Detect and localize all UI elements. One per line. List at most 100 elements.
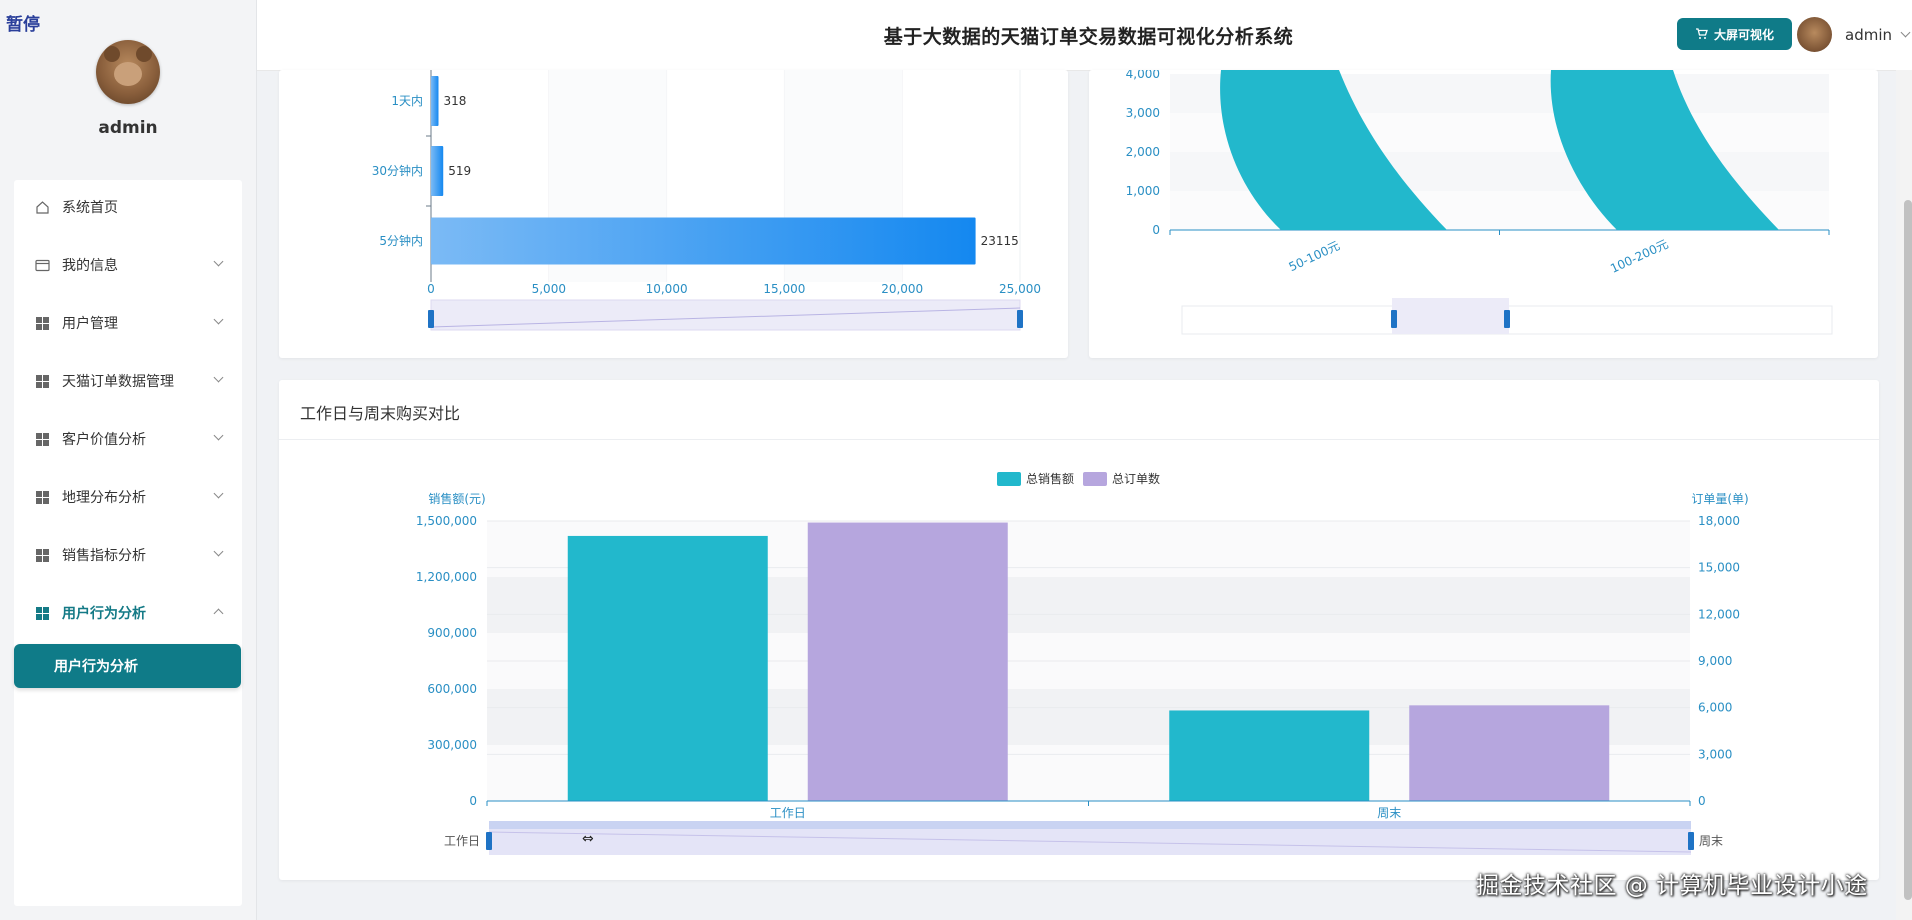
- datazoom-handle-left: [1391, 310, 1397, 328]
- x-tick-label: 100-200元: [1608, 237, 1670, 276]
- divider: [279, 439, 1879, 440]
- chevron-down-icon: [213, 314, 224, 325]
- y-tick-label: 5分钟内: [379, 233, 423, 248]
- legend-label: 总订单数: [1112, 471, 1160, 486]
- y-tick-label-left: 1,500,000: [416, 514, 477, 528]
- datazoom-handle-left: [486, 832, 492, 850]
- datazoom-fill-bar: [489, 821, 1691, 829]
- y-tick-label-right: 3,000: [1698, 747, 1732, 761]
- sidebar-item-label: 地理分布分析: [62, 490, 146, 506]
- grid-icon: [34, 547, 50, 563]
- bar-1天内: [431, 76, 439, 126]
- grid-icon: [34, 431, 50, 447]
- x-tick-label: 50-100元: [1287, 239, 1342, 275]
- chevron-down-icon: [213, 488, 224, 499]
- legend-swatch: [997, 472, 1021, 486]
- y-tick-label-left: 300,000: [427, 738, 477, 752]
- datazoom-start-label: 工作日: [444, 834, 480, 848]
- x-tick-label: 5,000: [532, 282, 566, 296]
- sidebar-item-label: 销售指标分析: [62, 548, 146, 564]
- y-tick-label-left: 600,000: [427, 682, 477, 696]
- bigscreen-button[interactable]: 大屏可视化: [1677, 18, 1792, 50]
- header: 基于大数据的天猫订单交易数据可视化分析系统 大屏可视化 admin: [257, 0, 1912, 71]
- x-tick-label: 10,000: [646, 282, 688, 296]
- y-tick-label: 4,000: [1126, 70, 1160, 81]
- grid-icon: [34, 373, 50, 389]
- y-tick-label: 1,000: [1126, 184, 1160, 198]
- sidebar-item-0[interactable]: 系统首页: [14, 186, 242, 228]
- scrollbar-thumb[interactable]: [1904, 200, 1912, 900]
- y-axis-label-right: 订单量(单): [1691, 492, 1748, 506]
- y-axis-label-left: 销售额(元): [428, 491, 485, 506]
- sidebar-item-label: 系统首页: [62, 200, 118, 216]
- x-tick-label: 25,000: [999, 282, 1041, 296]
- datazoom-window: [1392, 298, 1509, 334]
- cart-icon: [1695, 28, 1708, 39]
- sidebar-item-1[interactable]: 我的信息: [14, 244, 242, 286]
- datazoom-handle-left: [428, 310, 434, 328]
- sidebar-item-4[interactable]: 客户价值分析: [14, 418, 242, 460]
- x-tick-label: 15,000: [763, 282, 805, 296]
- legend-swatch: [1083, 472, 1107, 486]
- chevron-down-icon: [213, 430, 224, 441]
- data-label: 519: [448, 164, 471, 178]
- sidebar-item-label: 用户管理: [62, 316, 118, 332]
- sidebar-item-label: 天猫订单数据管理: [62, 374, 174, 390]
- sidebar: admin 系统首页 我的信息 用户管理 天猫订单数据管理 客户价值分析 地理分布分析 销售…: [0, 0, 257, 920]
- sidebar-menu: 系统首页我的信息用户管理天猫订单数据管理 客户价值分析 地理分布分析 销售指标分析用户…: [14, 180, 242, 906]
- x-tick-label: 0: [427, 282, 435, 296]
- y-tick-label-right: 15,000: [1698, 561, 1740, 575]
- y-tick-label-right: 0: [1698, 794, 1706, 808]
- y-tick-label: 1天内: [391, 94, 423, 108]
- y-tick-label-left: 900,000: [427, 626, 477, 640]
- x-tick-label: 周末: [1377, 806, 1401, 820]
- sidebar-item-label: 我的信息: [62, 258, 118, 274]
- chart-price-bar: 0 1,000 2,000 3,000 4,000 50-100元 100-200元: [1126, 70, 1833, 335]
- card-icon: [34, 257, 50, 273]
- y-tick-label-right: 12,000: [1698, 607, 1740, 621]
- bar-5分钟内: [431, 217, 976, 265]
- chart-card-weekday-weekend: 工作日与周末购买对比 总销售额 总订单数 销售额(元) 订单量(单) 0 300,000 6…: [279, 380, 1879, 880]
- y-tick-label-right: 6,000: [1698, 701, 1732, 715]
- sidebar-item-label: 客户价值分析: [62, 432, 146, 448]
- y-tick-label-left: 0: [469, 794, 477, 808]
- submenu-item-user-behavior[interactable]: 用户行为分析: [14, 644, 241, 688]
- y-tick-label: 0: [1152, 223, 1160, 237]
- page-title: 基于大数据的天猫订单交易数据可视化分析系统: [883, 26, 1294, 48]
- chevron-up-icon: [213, 608, 224, 619]
- chart-weekday-weekend: 总销售额 总订单数销售额(元) 订单量(单) 0 300,000 600,000 900,0…: [416, 471, 1749, 855]
- resize-cursor-icon: ⇔: [582, 831, 594, 847]
- bar-orders-工作日: [807, 522, 1008, 801]
- watermark: 掘金技术社区 @ 计算机毕业设计小途: [1476, 873, 1868, 899]
- chevron-down-icon: [213, 372, 224, 383]
- header-avatar[interactable]: [1797, 17, 1832, 52]
- sidebar-item-3[interactable]: 天猫订单数据管理: [14, 360, 242, 402]
- avatar[interactable]: [96, 40, 160, 104]
- sidebar-item-6[interactable]: 销售指标分析: [14, 534, 242, 576]
- bar-sales-工作日: [567, 535, 768, 801]
- bar-sales-周末: [1169, 710, 1370, 801]
- sidebar-item-7[interactable]: 用户行为分析: [14, 592, 242, 634]
- data-label: 318: [443, 94, 466, 108]
- x-tick-label: 20,000: [881, 282, 923, 296]
- chart-horizontal-bar: 0 5,000 10,000 15,000 20,000 25,000 1天内 318 30分钟…: [372, 70, 1041, 331]
- pause-badge[interactable]: 暂停: [6, 10, 40, 35]
- chart-card-price-range: 0 1,000 2,000 3,000 4,000 50-100元 100-200元: [1089, 70, 1878, 358]
- header-username[interactable]: admin: [1845, 26, 1892, 44]
- y-tick-label: 3,000: [1126, 106, 1160, 120]
- chevron-down-icon: [213, 546, 224, 557]
- bar-30分钟内: [431, 146, 444, 196]
- home-icon: [34, 199, 50, 215]
- sidebar-item-5[interactable]: 地理分布分析: [14, 476, 242, 518]
- card-title: 工作日与周末购买对比: [300, 404, 461, 423]
- grid-icon: [34, 315, 50, 331]
- datazoom-end-label: 周末: [1699, 834, 1723, 848]
- datazoom-handle-right: [1688, 832, 1694, 850]
- chevron-down-icon: [213, 256, 224, 267]
- datazoom-handle-right: [1017, 310, 1023, 328]
- sidebar-item-2[interactable]: 用户管理: [14, 302, 242, 344]
- bar-orders-周末: [1409, 705, 1610, 801]
- y-tick-label: 30分钟内: [372, 163, 423, 178]
- chart-card-response-time: 0 5,000 10,000 15,000 20,000 25,000 1天内 318 30分钟…: [279, 70, 1068, 358]
- data-label: 23115: [981, 234, 1019, 248]
